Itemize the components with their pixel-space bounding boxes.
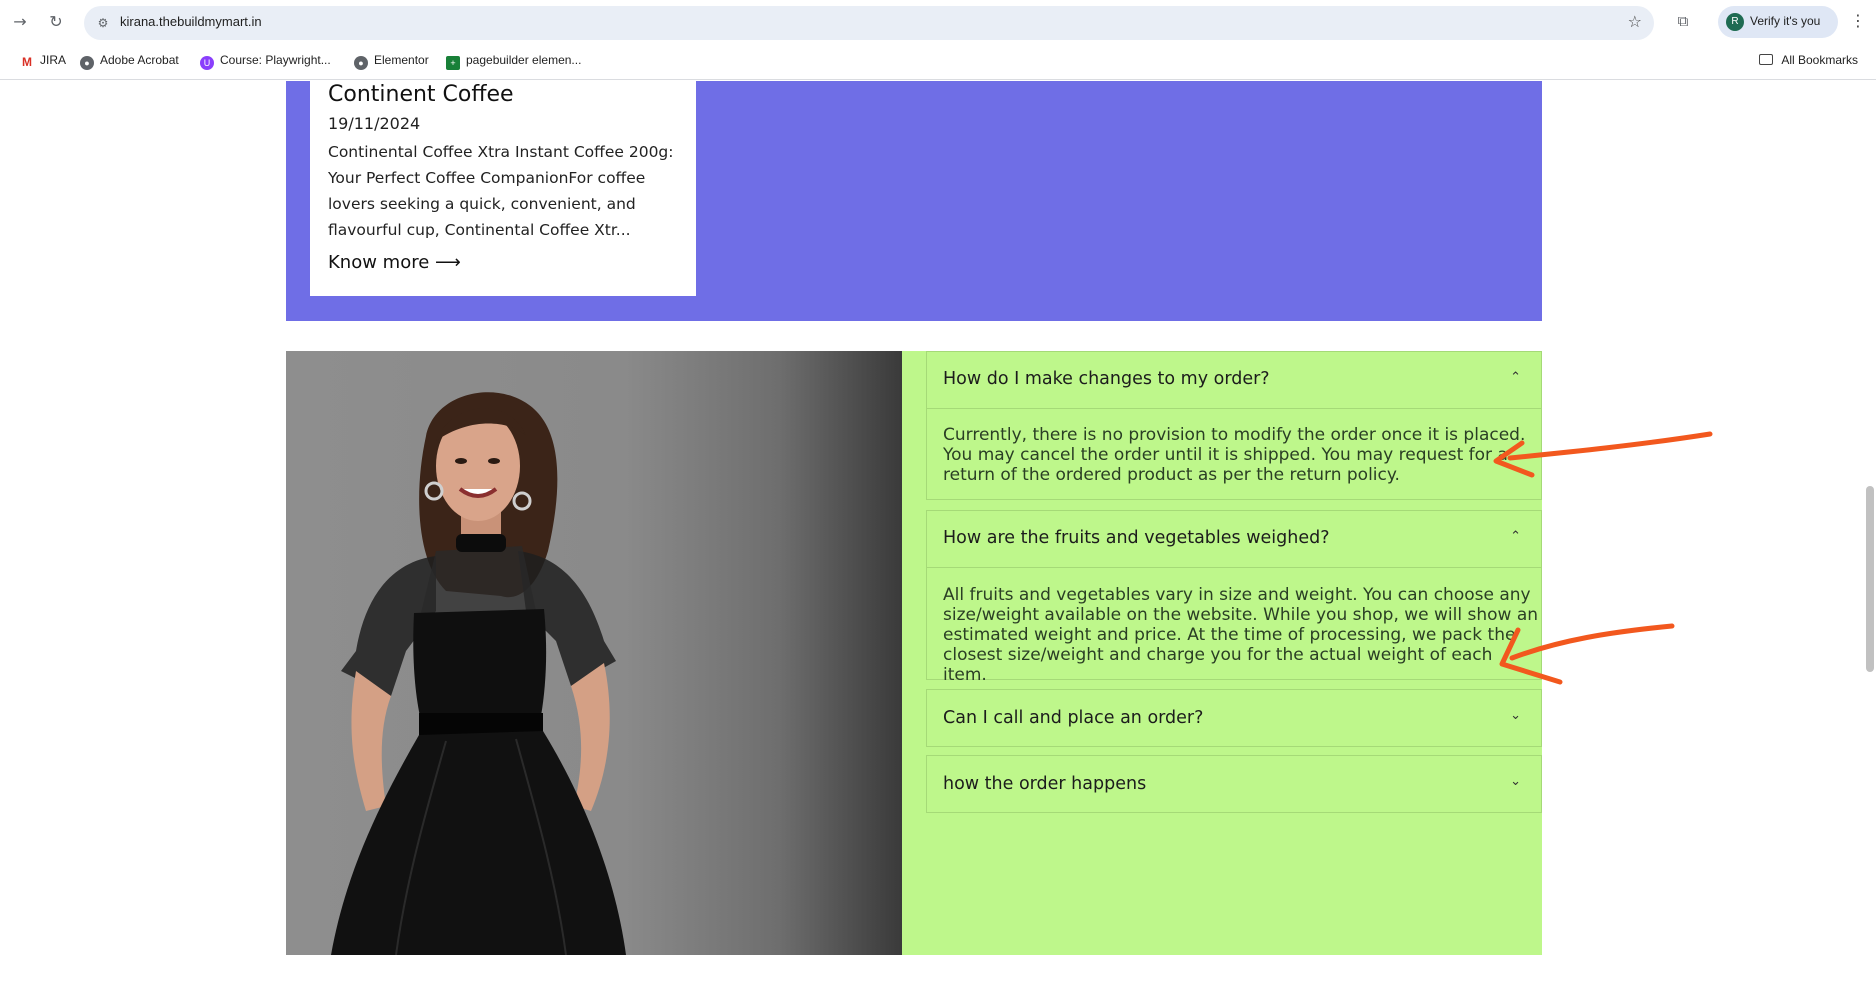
browser-menu-icon[interactable]: ⋮	[1848, 10, 1868, 32]
faq-section: How do I make changes to my order? ⌃ Cur…	[286, 351, 1542, 955]
bookmark-label: pagebuilder elemen...	[466, 53, 582, 67]
verify-profile-button[interactable]: R Verify it's you	[1718, 6, 1838, 38]
verify-label: Verify it's you	[1750, 14, 1821, 28]
faq-answer: All fruits and vegetables vary in size a…	[943, 585, 1539, 685]
forward-icon[interactable]: →	[8, 10, 32, 34]
faq-question[interactable]: How do I make changes to my order?	[943, 369, 1270, 389]
faq-question[interactable]: How are the fruits and vegetables weighe…	[943, 528, 1330, 548]
divider	[927, 408, 1541, 409]
faq-item[interactable]: how the order happens ⌄	[926, 755, 1542, 813]
faq-question[interactable]: how the order happens	[943, 774, 1146, 794]
faq-question-header[interactable]: How are the fruits and vegetables weighe…	[927, 511, 1541, 567]
chevron-up-icon[interactable]: ⌃	[1510, 529, 1521, 544]
globe-icon: ●	[80, 56, 94, 70]
browser-toolbar: → ↻ ⚙ kirana.thebuildmymart.in ☆ ⧉ R Ver…	[0, 0, 1876, 44]
chevron-up-icon[interactable]: ⌃	[1510, 370, 1521, 385]
bookmark-label: Elementor	[374, 53, 429, 67]
bookmark-course-playwright[interactable]: U Course: Playwright...	[200, 53, 331, 71]
folder-icon	[1759, 54, 1774, 65]
reload-icon[interactable]: ↻	[44, 10, 68, 34]
site-info-icon[interactable]: ⚙	[94, 14, 112, 32]
bookmark-pagebuilder[interactable]: + pagebuilder elemen...	[446, 53, 581, 71]
blog-date: 19/11/2024	[328, 114, 421, 133]
udemy-icon: U	[200, 56, 214, 70]
address-bar[interactable]: ⚙ kirana.thebuildmymart.in ☆	[84, 6, 1654, 40]
scrollbar-thumb[interactable]	[1866, 486, 1874, 672]
blog-excerpt: Continental Coffee Xtra Instant Coffee 2…	[328, 143, 674, 239]
all-bookmarks-button[interactable]: All Bookmarks	[1759, 53, 1858, 67]
url-text[interactable]: kirana.thebuildmymart.in	[120, 14, 262, 29]
bookmark-star-icon[interactable]: ☆	[1628, 12, 1642, 31]
faq-question-header[interactable]: How do I make changes to my order? ⌃	[927, 352, 1541, 408]
bookmarks-bar: M JIRA ● Adobe Acrobat U Course: Playwright…	[0, 44, 1876, 80]
chevron-down-icon[interactable]: ⌄	[1510, 708, 1521, 723]
faq-question[interactable]: Can I call and place an order?	[943, 708, 1203, 728]
blog-card: Continent Coffee 19/11/2024 Continental …	[310, 81, 696, 296]
blog-section: Continent Coffee 19/11/2024 Continental …	[286, 81, 1542, 321]
bookmark-label: Adobe Acrobat	[100, 53, 179, 67]
faq-item[interactable]: Can I call and place an order? ⌄	[926, 689, 1542, 747]
sheets-icon: +	[446, 56, 460, 70]
gmail-icon: M	[22, 55, 32, 69]
chevron-down-icon[interactable]: ⌄	[1510, 774, 1521, 789]
model-image	[286, 351, 902, 955]
divider	[927, 567, 1541, 568]
bookmark-label: JIRA	[40, 53, 67, 67]
know-more-link[interactable]: Know more ⟶	[328, 252, 461, 273]
faq-answer: Currently, there is no provision to modi…	[943, 425, 1526, 485]
bookmark-jira[interactable]: M JIRA	[20, 53, 66, 71]
woman-in-black-dress-illustration	[331, 392, 626, 955]
all-bookmarks-label: All Bookmarks	[1781, 53, 1858, 67]
faq-item: How do I make changes to my order? ⌃ Cur…	[926, 351, 1542, 500]
globe-icon: ●	[354, 56, 368, 70]
bookmark-label: Course: Playwright...	[220, 53, 331, 67]
page-viewport: Continent Coffee 19/11/2024 Continental …	[0, 81, 1876, 988]
avatar: R	[1726, 13, 1744, 31]
blog-title[interactable]: Continent Coffee	[328, 82, 514, 107]
bookmark-adobe-acrobat[interactable]: ● Adobe Acrobat	[80, 53, 179, 71]
faq-panel: How do I make changes to my order? ⌃ Cur…	[902, 351, 1542, 955]
bookmark-elementor[interactable]: ● Elementor	[354, 53, 429, 71]
extensions-icon[interactable]: ⧉	[1672, 10, 1694, 32]
faq-item: How are the fruits and vegetables weighe…	[926, 510, 1542, 685]
